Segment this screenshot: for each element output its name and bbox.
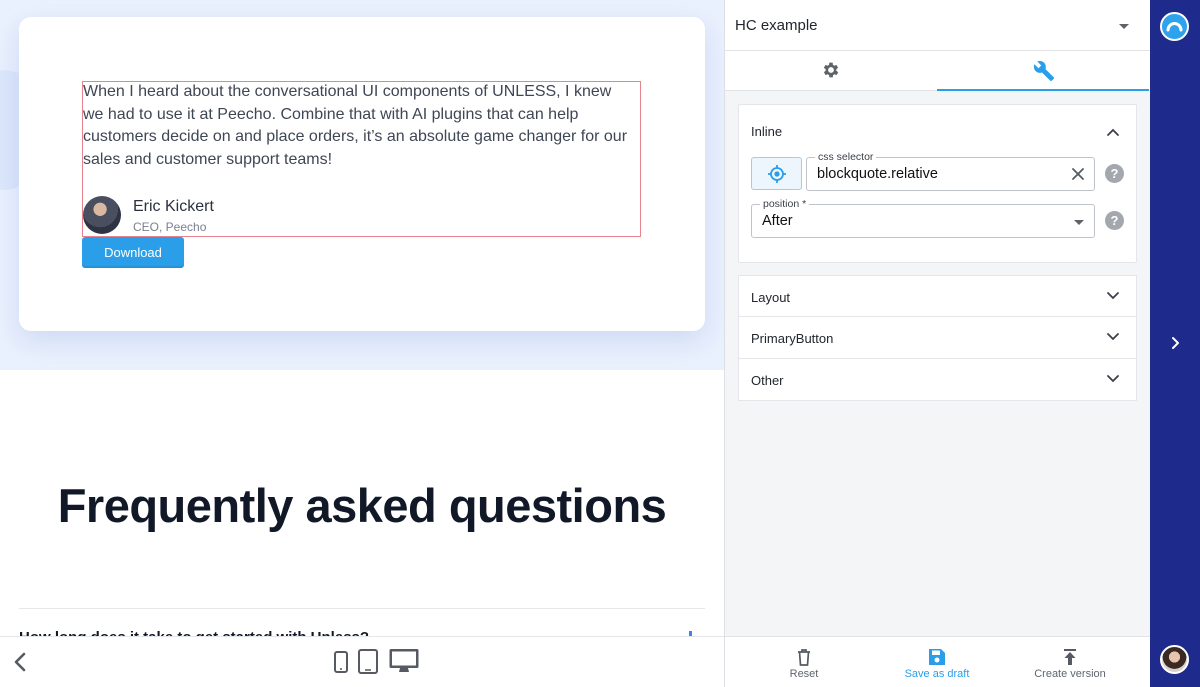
- unless-logo-icon[interactable]: [1160, 12, 1189, 41]
- layout-section-title: Layout: [751, 290, 791, 305]
- css-selector-input[interactable]: css selector blockquote.relative: [806, 151, 1095, 191]
- inline-section-title: Inline: [751, 124, 783, 139]
- logo-mark-icon: [1166, 22, 1183, 32]
- editor-footer: Reset Save as draft Create version: [725, 636, 1150, 687]
- device-tablet-button[interactable]: [357, 647, 379, 675]
- other-section[interactable]: Other: [738, 359, 1137, 401]
- device-desktop-button[interactable]: [388, 647, 420, 675]
- faq-question[interactable]: How long does it take to get started wit…: [19, 629, 379, 636]
- desktop-icon: [389, 649, 419, 672]
- chevron-down-icon: [1107, 375, 1119, 383]
- create-version-button[interactable]: Create version: [1000, 637, 1140, 687]
- primary-button-section-title: PrimaryButton: [751, 331, 834, 346]
- element-picker-button[interactable]: [751, 157, 802, 190]
- position-value: After: [762, 213, 793, 229]
- wrench-icon: [1033, 61, 1055, 82]
- other-section-title: Other: [751, 373, 784, 388]
- reset-label: Reset: [789, 668, 819, 680]
- help-icon[interactable]: ?: [1105, 164, 1124, 183]
- tab-tools[interactable]: [937, 51, 1149, 91]
- publish-icon: [1064, 649, 1076, 665]
- trash-icon: [798, 649, 810, 666]
- help-icon[interactable]: ?: [1105, 211, 1124, 230]
- save-icon: [929, 649, 945, 665]
- gear-icon: [823, 62, 839, 78]
- author-avatar: [83, 196, 121, 234]
- component-dropdown-icon[interactable]: [1119, 24, 1129, 29]
- back-button[interactable]: [8, 649, 32, 675]
- tablet-icon: [358, 649, 378, 674]
- chevron-left-icon: [14, 652, 26, 672]
- chevron-down-icon: [1107, 292, 1119, 300]
- testimonial-quote: When I heard about the conversational UI…: [83, 83, 628, 168]
- position-label: position *: [760, 198, 810, 211]
- mobile-icon: [334, 651, 348, 673]
- save-draft-button[interactable]: Save as draft: [867, 637, 1007, 687]
- css-selector-label: css selector: [815, 151, 877, 164]
- caret-down-icon: [1074, 220, 1084, 225]
- faq-divider: [19, 608, 705, 609]
- reset-button[interactable]: Reset: [734, 637, 874, 687]
- author-role: CEO, Peecho: [133, 220, 207, 234]
- create-version-label: Create version: [1034, 668, 1106, 680]
- page-preview: When I heard about the conversational UI…: [0, 0, 724, 687]
- chevron-up-icon[interactable]: [1106, 125, 1120, 139]
- inline-section: Inline css selector blockquote.relative …: [738, 104, 1137, 263]
- css-selector-value: blockquote.relative: [817, 166, 938, 182]
- editor-header: HC example: [725, 0, 1150, 51]
- chevron-down-icon: [1107, 333, 1119, 341]
- faq-title: Frequently asked questions: [57, 479, 667, 532]
- close-icon[interactable]: [1070, 166, 1086, 182]
- device-mobile-button[interactable]: [333, 647, 349, 675]
- tab-settings[interactable]: [725, 51, 937, 91]
- side-rail: [1150, 0, 1200, 687]
- preview-toolbar: [0, 636, 724, 687]
- target-icon: [768, 165, 786, 183]
- editor-panel: HC example Inline css selector blockquot…: [724, 0, 1150, 687]
- editor-tabs: [725, 51, 1150, 91]
- save-draft-label: Save as draft: [904, 668, 970, 680]
- position-select[interactable]: position * After: [751, 198, 1095, 238]
- primary-button-section[interactable]: PrimaryButton: [738, 317, 1137, 359]
- chevron-right-icon[interactable]: [1169, 336, 1183, 350]
- author-name: Eric Kickert: [133, 198, 214, 215]
- component-title: HC example: [735, 17, 818, 34]
- download-button[interactable]: Download: [82, 237, 184, 268]
- user-avatar[interactable]: [1160, 645, 1189, 674]
- layout-section[interactable]: Layout: [738, 275, 1137, 317]
